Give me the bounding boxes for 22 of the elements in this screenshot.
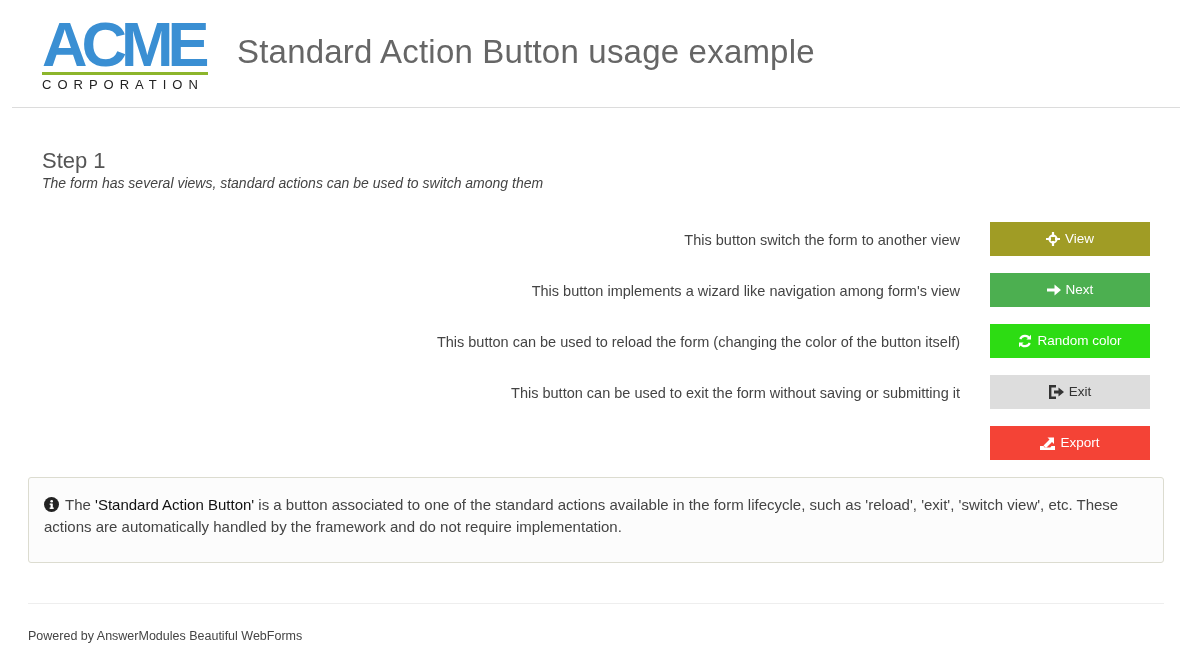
- page-title: Standard Action Button usage example: [237, 31, 815, 72]
- logo-tagline: CORPORATION: [42, 76, 204, 94]
- logout-icon: [1048, 385, 1064, 399]
- next-button[interactable]: Next: [990, 273, 1150, 307]
- refresh-icon: [1018, 334, 1033, 348]
- tray-arrow-icon: [1040, 436, 1056, 450]
- footer-text: Powered by AnswerModules Beautiful WebForms: [28, 628, 303, 644]
- info-text: The 'Standard Action Button' is a button associated to one of the standard actions available in the form lifecycle, such as 'reload', 'exit', 'switch view', etc. These actions are automatically handled by the framework and do not require implementation.: [44, 495, 1120, 537]
- action-description: This button switch the form to another view: [684, 231, 960, 250]
- view-button[interactable]: View: [990, 222, 1150, 256]
- export-button[interactable]: Export: [990, 426, 1150, 460]
- reload-button[interactable]: Random color: [990, 324, 1150, 358]
- action-description: This button implements a wizard like navigation among form's view: [531, 282, 960, 301]
- section-title: Step 1: [42, 148, 106, 174]
- crosshair-icon: [1046, 232, 1060, 246]
- logo-wordmark: ACME: [42, 19, 205, 69]
- section-subtitle: The form has several views, standard actions can be used to switch among them: [42, 174, 544, 192]
- info-icon: [44, 497, 59, 512]
- arrow-right-icon: [1046, 284, 1061, 296]
- exit-button[interactable]: Exit: [990, 375, 1150, 409]
- action-description: This button can be used to exit the form without saving or submitting it: [511, 384, 960, 403]
- action-description: This button can be used to reload the form (changing the color of the button itself): [436, 333, 960, 352]
